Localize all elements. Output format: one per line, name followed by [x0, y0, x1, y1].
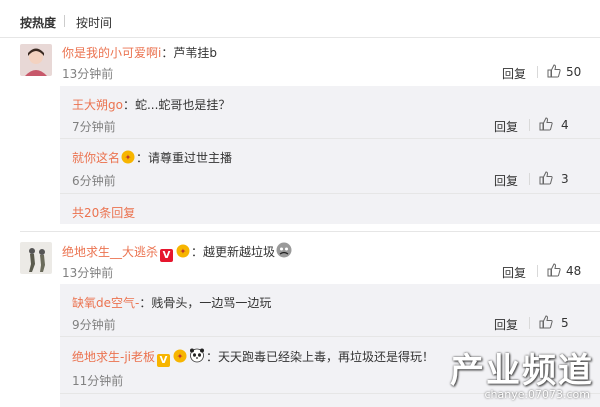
comment-text: ：越更新越垃圾	[191, 245, 276, 259]
comment-divider	[20, 231, 600, 232]
reply-button[interactable]: 回复	[494, 118, 518, 135]
sort-separator	[64, 15, 65, 27]
comment-time: 13分钟前	[62, 266, 114, 280]
verified-v-icon: V	[157, 354, 170, 367]
action-separator	[529, 173, 530, 185]
angry-emoji-icon	[276, 242, 292, 258]
like-count: 48	[566, 264, 582, 278]
svg-text:✦: ✦	[177, 352, 184, 361]
reply-divider	[60, 193, 600, 194]
like-count: 50	[566, 65, 582, 79]
verified-v-icon: V	[160, 249, 174, 262]
action-separator	[529, 317, 530, 329]
reply-item: 缺氧de空气-：贱骨头，一边骂一边玩 9分钟前 回复 5	[60, 284, 600, 336]
avatar[interactable]	[20, 242, 52, 274]
like-icon[interactable]	[539, 171, 553, 185]
action-separator	[529, 119, 530, 131]
reply-item: 就你这名 ✦ ：请尊重过世主播 6分钟前 回复 3	[60, 139, 600, 193]
svg-text:✦: ✦	[125, 153, 132, 162]
comment-item: 你是我的小可爱啊i：芦苇挂b 13分钟前 回复 50 王大朔go：蛇...蛇哥也…	[0, 38, 600, 228]
comment-text: ：芦苇挂b	[161, 46, 217, 60]
vip-badge-icon: ✦	[173, 349, 187, 363]
vip-badge-icon: ✦	[121, 150, 135, 164]
reply-time: 9分钟前	[72, 318, 116, 332]
sort-bar: 按热度 按时间	[0, 0, 600, 38]
watermark-url: chanye.07073.com	[484, 388, 591, 401]
like-count: 3	[561, 172, 569, 186]
comment-username[interactable]: 你是我的小可爱啊i	[62, 46, 161, 60]
reply-button[interactable]: 回复	[494, 172, 518, 189]
reply-list: 王大朔go：蛇...蛇哥也是挂？ 7分钟前 回复 4 就你这名 ✦ ：请尊重过世主播…	[60, 86, 600, 224]
reply-button[interactable]: 回复	[502, 264, 526, 281]
vip-badge-icon: ✦	[176, 244, 190, 258]
panda-emoji-icon	[190, 348, 204, 363]
svg-text:✦: ✦	[180, 247, 187, 256]
reply-time: 11分钟前	[72, 374, 124, 388]
reply-text: ：请尊重过世主播	[136, 151, 233, 165]
like-count: 5	[561, 316, 569, 330]
reply-username[interactable]: 就你这名	[72, 151, 120, 165]
comment-time: 13分钟前	[62, 67, 114, 81]
action-separator	[537, 265, 538, 277]
site-watermark: 产业频道 chanye.07073.com	[444, 343, 594, 401]
reply-time: 7分钟前	[72, 120, 116, 134]
watermark-title: 产业频道	[450, 351, 594, 391]
comment-username[interactable]: 绝地求生__大逃杀	[62, 245, 158, 259]
action-separator	[537, 66, 538, 78]
reply-text: ：天天跑毒已经染上毒，再垃圾还是得玩！	[206, 350, 435, 364]
like-icon[interactable]	[547, 64, 561, 78]
reply-text: ：蛇...蛇哥也是挂？	[122, 98, 231, 112]
like-icon[interactable]	[539, 315, 553, 329]
like-count: 4	[561, 118, 569, 132]
reply-username[interactable]: 缺氧de空气-	[72, 296, 139, 310]
sort-by-hot-tab[interactable]: 按热度	[20, 14, 56, 31]
like-icon[interactable]	[539, 117, 553, 131]
reply-button[interactable]: 回复	[494, 316, 518, 333]
reply-text: ：贱骨头，一边骂一边玩	[139, 296, 272, 310]
reply-button[interactable]: 回复	[502, 65, 526, 82]
reply-time: 6分钟前	[72, 174, 116, 188]
reply-username[interactable]: 绝地求生-ji老板	[72, 350, 155, 364]
reply-username[interactable]: 王大朔go	[72, 98, 123, 112]
reply-item: 王大朔go：蛇...蛇哥也是挂？ 7分钟前 回复 4	[60, 86, 600, 138]
sort-by-time-tab[interactable]: 按时间	[76, 14, 112, 31]
more-replies-link[interactable]: 共20条回复	[72, 204, 135, 221]
avatar[interactable]	[20, 44, 52, 76]
like-icon[interactable]	[547, 263, 561, 277]
